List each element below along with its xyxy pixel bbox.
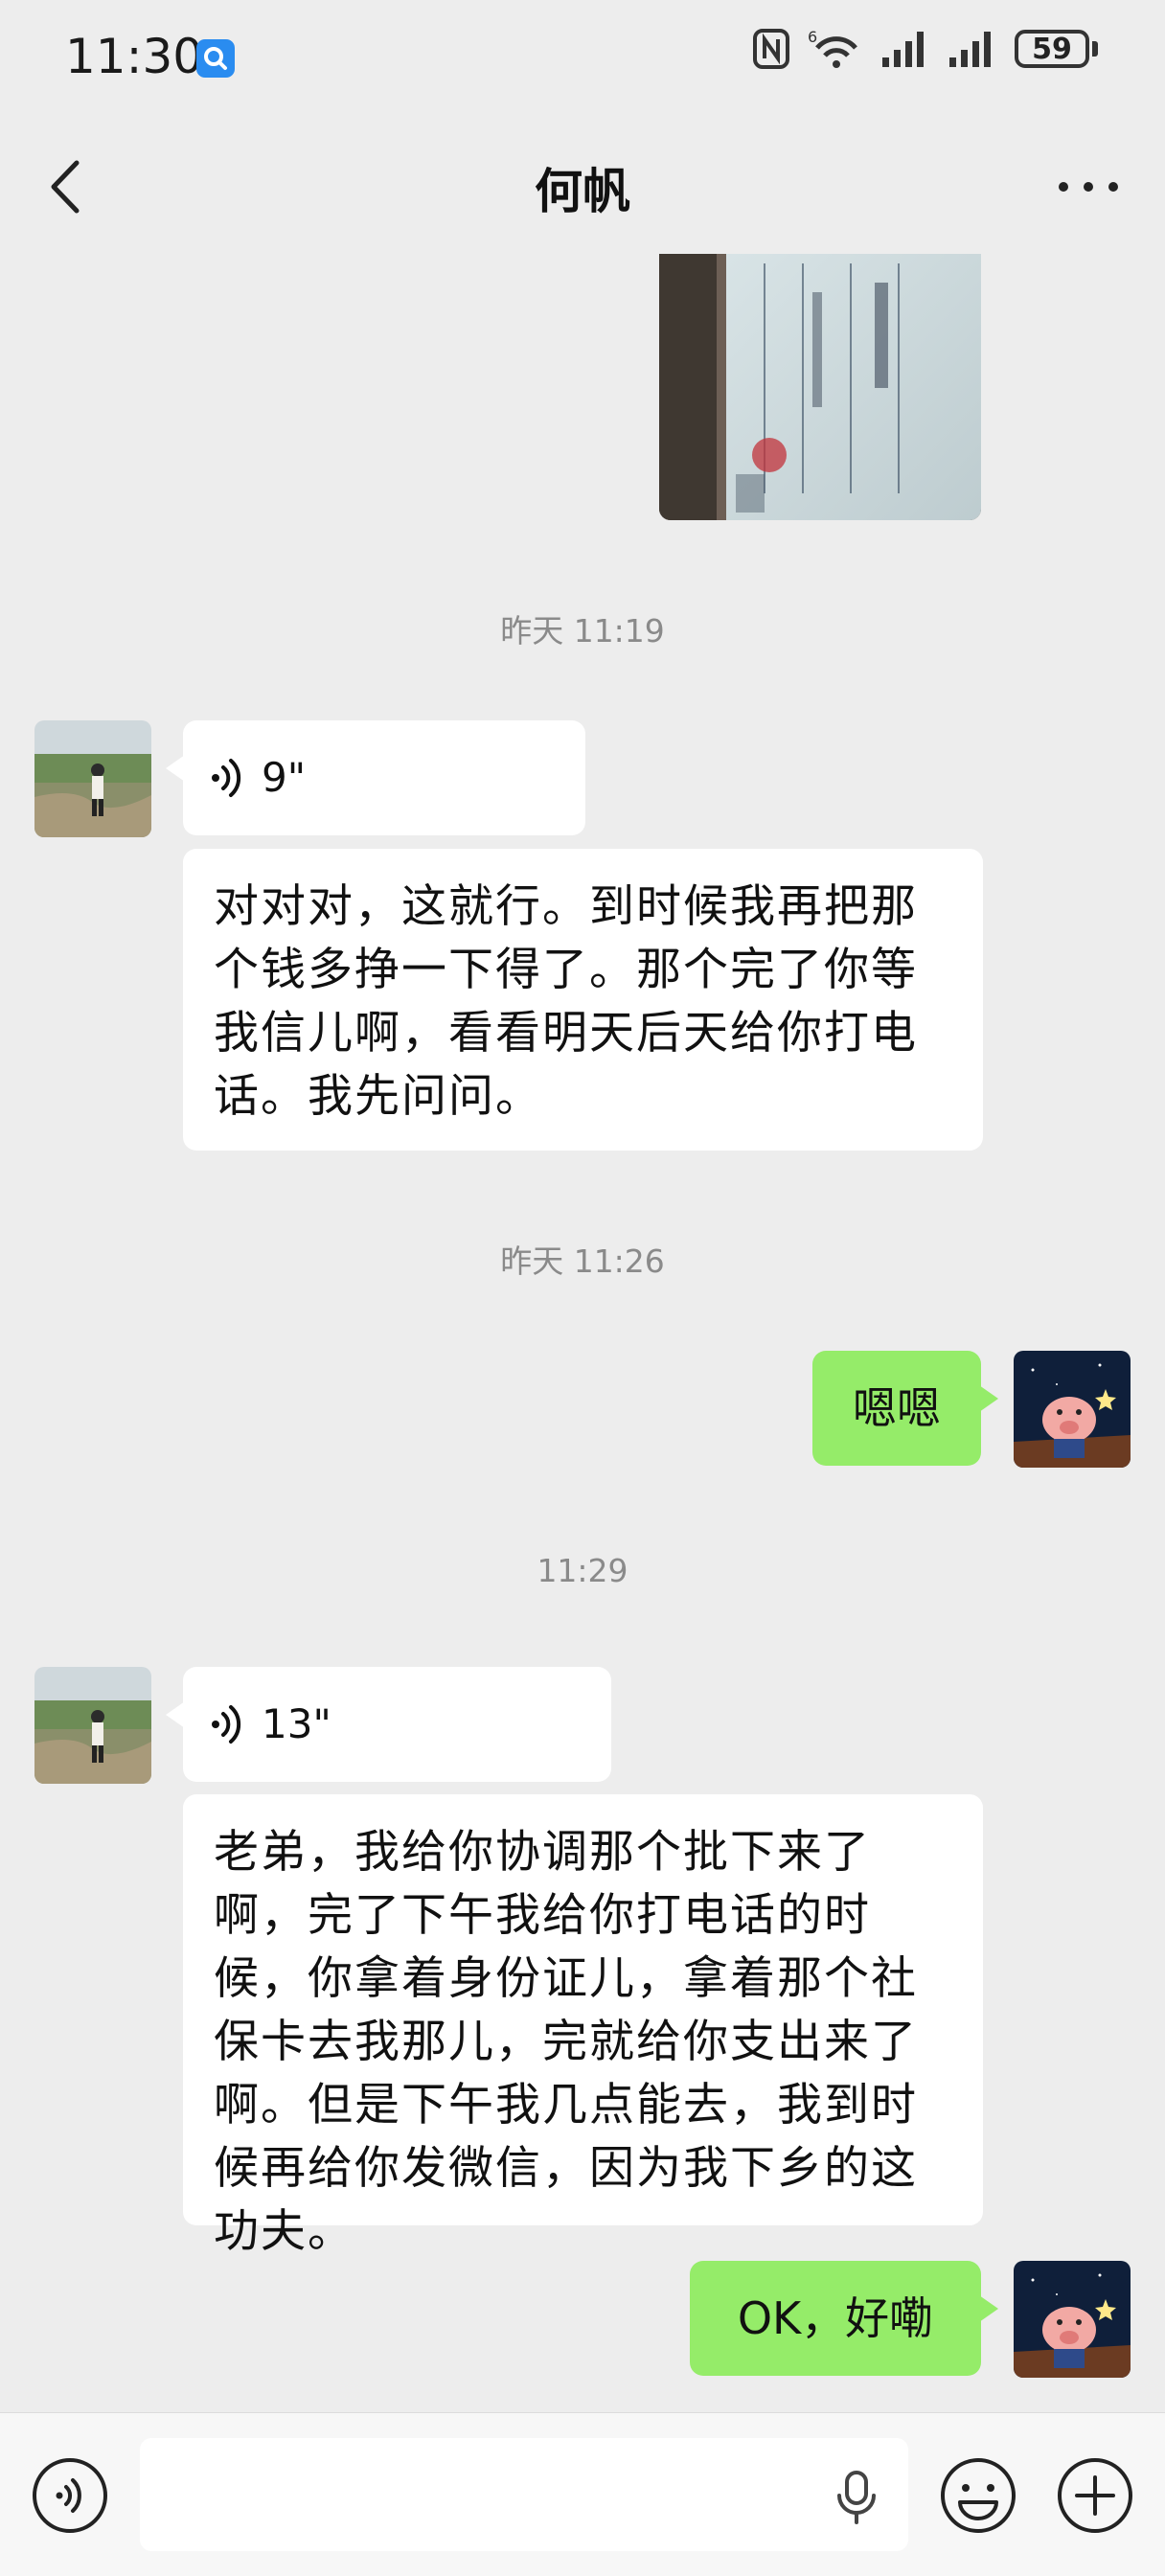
signal-1-icon [882,32,924,67]
pig-avatar-icon [1014,1351,1131,1468]
image-message-receipt[interactable] [659,254,981,520]
text-message[interactable]: 老弟，我给你协调那个批下来了啊，完了下午我给你打电话的时候，你拿着身份证儿，拿着… [183,1794,983,2258]
svg-text:6: 6 [808,28,817,46]
contact-avatar[interactable] [34,1667,151,1784]
smiley-icon [941,2458,1016,2533]
status-icons: 6 59 [752,27,1098,71]
voice-duration: 9" [262,754,307,801]
wifi-icon: 6 [808,28,857,68]
voice-mode-icon [33,2458,107,2533]
outgoing-text-message[interactable]: 嗯嗯 [812,1351,998,1466]
timestamp: 昨天 11:26 [500,1242,665,1280]
mic-button[interactable] [832,2469,881,2530]
my-avatar[interactable] [1014,2261,1131,2378]
microphone-icon [837,2471,876,2524]
message-input[interactable] [140,2438,908,2551]
pig-avatar-icon [1014,2261,1131,2378]
more-button[interactable] [1050,158,1127,216]
avatar-photo-icon [34,720,151,837]
more-dots-icon [1059,182,1118,192]
message-text: 对对对，这就行。到时候我再把那个钱多挣一下得了。那个完了你等我信儿啊，看看明天后… [214,880,918,1123]
signal-2-icon [949,32,991,67]
input-bar [0,2412,1165,2576]
receipt-photo-icon [659,254,981,520]
voice-duration: 13" [262,1700,331,1747]
timestamp: 昨天 11:19 [500,612,665,650]
chat-title: 何帆 [535,164,630,219]
more-actions-button[interactable] [1056,2456,1134,2539]
outgoing-text-message[interactable]: OK，好嘞 [690,2261,998,2376]
my-avatar[interactable] [1014,1351,1131,1468]
message-text: OK，好嘞 [737,2292,934,2344]
avatar-photo-icon [34,1667,151,1784]
message-text: 嗯嗯 [853,1382,941,1434]
status-bar: 11:30 6 59 [0,0,1165,115]
battery-icon: 59 [1015,30,1098,68]
voice-input-toggle[interactable] [31,2456,109,2539]
voice-wave-icon [212,759,241,797]
voice-wave-icon [212,1705,241,1744]
voice-message[interactable]: 9" [166,720,585,835]
search-notification-icon [196,39,235,78]
timestamp: 11:29 [537,1552,628,1589]
nfc-icon [753,29,789,69]
voice-message[interactable]: 13" [166,1667,611,1782]
message-text: 老弟，我给你协调那个批下来了啊，完了下午我给你打电话的时候，你拿着身份证儿，拿着… [214,1826,918,2258]
contact-avatar[interactable] [34,720,151,837]
plus-icon [1058,2458,1132,2533]
text-message[interactable]: 对对对，这就行。到时候我再把那个钱多挣一下得了。那个完了你等我信儿啊，看看明天后… [183,849,983,1151]
emoji-button[interactable] [939,2456,1017,2539]
status-time: 11:30 [65,29,204,84]
battery-level: 59 [1015,30,1089,68]
chat-header: 何帆 [0,115,1165,254]
